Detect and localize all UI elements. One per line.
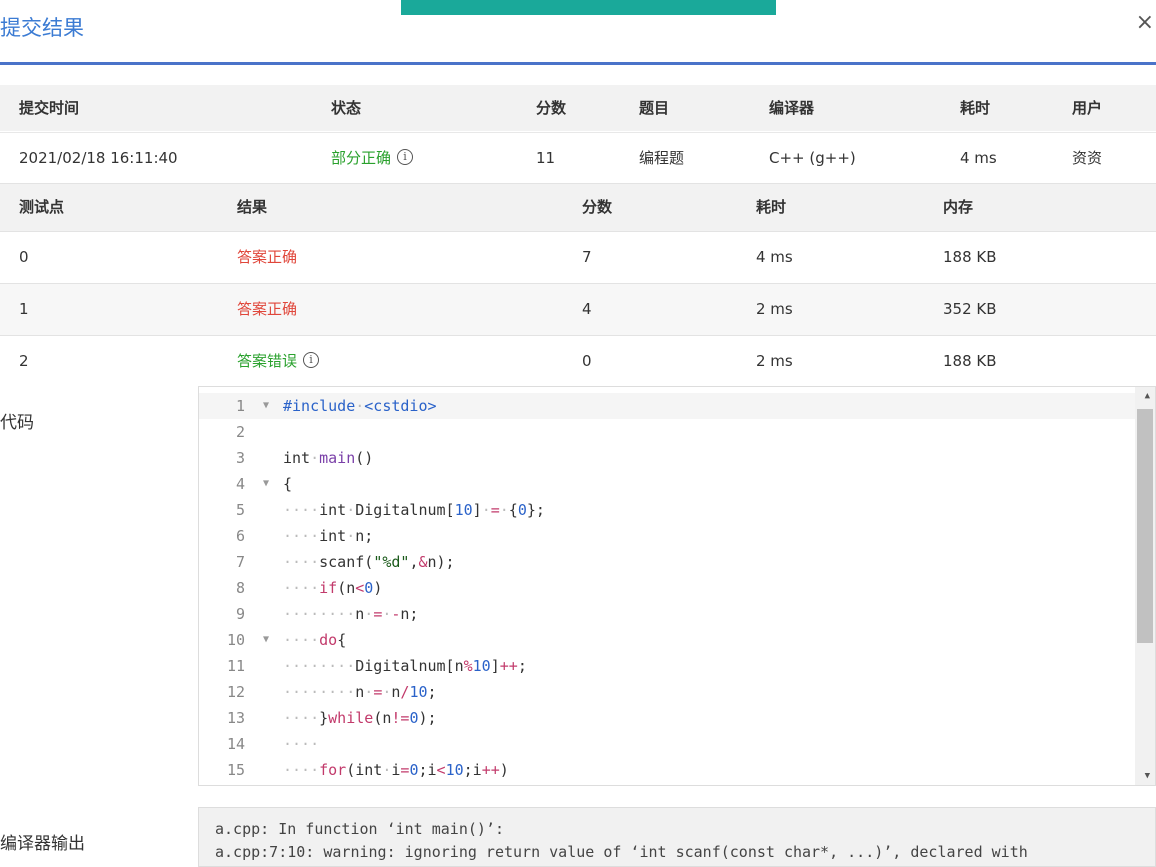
scroll-down-icon[interactable]: ▼ xyxy=(1145,771,1150,781)
code-label: 代码 xyxy=(0,413,34,433)
code-line: 10 ▼ ····do{ xyxy=(199,627,1135,653)
testcase-memory: 352 KB xyxy=(943,300,997,318)
fold-arrow-icon[interactable]: ▼ xyxy=(263,627,269,653)
code-line: 4 ▼{ xyxy=(199,471,1135,497)
header-result: 结果 xyxy=(237,198,268,216)
code-line: 8 ····if(n<0) xyxy=(199,575,1135,601)
testcase-time: 2 ms xyxy=(756,300,793,318)
header-problem: 题目 xyxy=(639,99,670,117)
elapsed-value: 4 ms xyxy=(960,149,997,167)
testcase-row: 2 答案错误 i 0 2 ms 188 KB xyxy=(0,335,1156,387)
info-icon[interactable]: i xyxy=(397,148,414,165)
testcase-score: 4 xyxy=(582,300,592,318)
line-number: 2 xyxy=(235,423,245,441)
testcase-memory: 188 KB xyxy=(943,352,997,370)
line-number: 11 xyxy=(226,657,245,675)
line-number: 5 xyxy=(235,501,245,519)
code-line: 5 ····int·Digitalnum[10]·=·{0}; xyxy=(199,497,1135,523)
header-submit-time: 提交时间 xyxy=(19,99,80,117)
code-line: 15 ····for(int·i=0;i<10;i++) xyxy=(199,757,1135,783)
compiler-output-line: a.cpp:7:10: warning: ignoring return val… xyxy=(215,843,1028,861)
testcase-score: 7 xyxy=(582,248,592,266)
fold-arrow-icon[interactable]: ▼ xyxy=(263,471,269,497)
code-line: 9 ········n·=·-n; xyxy=(199,601,1135,627)
submit-time: 2021/02/18 16:11:40 xyxy=(19,149,178,167)
testcase-result: 答案正确 xyxy=(237,300,298,318)
close-icon[interactable]: × xyxy=(1136,10,1154,35)
line-number: 12 xyxy=(226,683,245,701)
submission-header-row: 提交时间 状态 分数 题目 编译器 耗时 用户 xyxy=(0,85,1156,131)
compiler-value: C++ (g++) xyxy=(769,149,856,167)
line-number: 14 xyxy=(226,735,245,753)
code-line: 2 xyxy=(199,419,1135,445)
header-memory: 内存 xyxy=(943,198,974,216)
testcase-memory: 188 KB xyxy=(943,248,997,266)
line-number: 6 xyxy=(235,527,245,545)
compiler-output-line: a.cpp: In function ‘int main()’: xyxy=(215,820,504,838)
fold-arrow-icon[interactable]: ▼ xyxy=(263,393,269,419)
testcase-result: 答案正确 xyxy=(237,248,298,266)
line-number: 8 xyxy=(235,579,245,597)
testcase-id: 2 xyxy=(19,352,29,370)
header-compiler: 编译器 xyxy=(769,99,815,117)
code-line: 14 ···· xyxy=(199,731,1135,757)
info-icon[interactable]: i xyxy=(303,351,320,368)
dialog-title: 提交结果 xyxy=(0,16,84,40)
title-divider xyxy=(0,62,1156,65)
header-tc-score: 分数 xyxy=(582,198,613,216)
code-line: 1 ▼ #include·<cstdio> xyxy=(199,393,1135,419)
code-line: 13 ····}while(n!=0); xyxy=(199,705,1135,731)
testcase-row: 1 答案正确 4 2 ms 352 KB xyxy=(0,283,1156,335)
line-number: 13 xyxy=(226,709,245,727)
user-link[interactable]: 资资 xyxy=(1072,133,1102,184)
testcase-id: 1 xyxy=(19,300,29,318)
testcase-row: 0 答案正确 7 4 ms 188 KB xyxy=(0,231,1156,283)
code-line: 11 ········Digitalnum[n%10]++; xyxy=(199,653,1135,679)
line-number: 9 xyxy=(235,605,245,623)
submission-score: 11 xyxy=(536,149,556,167)
scroll-thumb[interactable] xyxy=(1137,409,1153,643)
header-elapsed: 耗时 xyxy=(960,99,991,117)
testcase-header-row: 测试点 结果 分数 耗时 内存 xyxy=(0,183,1156,231)
compiler-output-box: a.cpp: In function ‘int main()’: a.cpp:7… xyxy=(198,807,1156,867)
code-line: 12 ········n·=·n/10; xyxy=(199,679,1135,705)
code-line: 7 ····scanf("%d",&n); xyxy=(199,549,1135,575)
submission-row: 2021/02/18 16:11:40 部分正确 i 11 编程题 C++ (g+… xyxy=(0,132,1156,184)
code-line: 3 int·main() xyxy=(199,445,1135,471)
header-tc-time: 耗时 xyxy=(756,198,787,216)
testcase-score: 0 xyxy=(582,352,592,370)
editor-scrollbar[interactable]: ▲ ▼ xyxy=(1135,387,1155,785)
problem-link[interactable]: 编程题 xyxy=(639,133,684,184)
code-line: 6 ····int·n; xyxy=(199,523,1135,549)
top-accent-bar xyxy=(401,0,776,15)
header-testcase: 测试点 xyxy=(19,198,65,216)
code-editor[interactable]: 1 ▼ #include·<cstdio> 2 3 int·main() 4 ▼{ 5 ·… xyxy=(198,386,1156,786)
line-number: 15 xyxy=(226,761,245,779)
testcase-id: 0 xyxy=(19,248,29,266)
line-number: 3 xyxy=(235,449,245,467)
line-number: 4 xyxy=(235,475,245,493)
line-number: 1 xyxy=(235,397,245,415)
header-status: 状态 xyxy=(331,99,362,117)
testcase-time: 4 ms xyxy=(756,248,793,266)
scroll-up-icon[interactable]: ▲ xyxy=(1145,391,1150,401)
status-partial[interactable]: 部分正确 i xyxy=(331,133,414,184)
line-number: 7 xyxy=(235,553,245,571)
testcase-time: 2 ms xyxy=(756,352,793,370)
line-number: 10 xyxy=(226,631,245,649)
header-score: 分数 xyxy=(536,99,567,117)
header-user: 用户 xyxy=(1072,99,1103,117)
status-label: 部分正确 xyxy=(331,149,392,167)
compiler-output-label: 编译器输出 xyxy=(0,834,85,854)
testcase-result-wrong[interactable]: 答案错误 i xyxy=(237,336,320,387)
testcase-result: 答案错误 xyxy=(237,352,298,370)
